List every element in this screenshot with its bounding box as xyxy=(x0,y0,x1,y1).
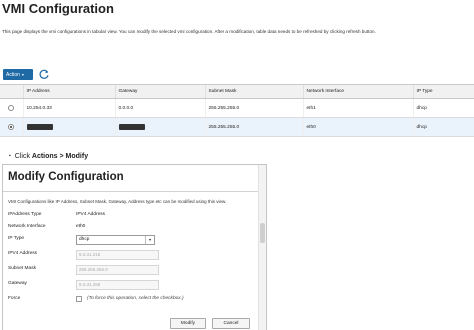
ip-type-selected-value: dhcp xyxy=(79,237,90,242)
table-header-row: IP Address Gateway Subnet Mask Network I… xyxy=(0,84,474,99)
redacted-ip-address xyxy=(26,123,53,130)
ipv4-address-label: IPV4 Address xyxy=(8,251,38,256)
column-header-gateway: Gateway xyxy=(114,84,205,99)
ip-type-cell: dhcp xyxy=(412,117,474,137)
cancel-button[interactable]: Cancel xyxy=(212,318,250,329)
dialog-title: Modify Configuration xyxy=(8,171,124,183)
refresh-icon[interactable] xyxy=(38,68,50,80)
ip-type-cell: dhcp xyxy=(412,98,474,118)
row-select-cell[interactable] xyxy=(0,98,23,118)
subnet-mask-label: Subnet Mask xyxy=(8,266,36,271)
force-hint: (To force this operation, select the che… xyxy=(87,296,184,301)
vmi-table: IP Address Gateway Subnet Mask Network I… xyxy=(0,84,474,137)
row-radio-button-selected[interactable] xyxy=(8,123,15,130)
ipaddress-type-label: IPAddress Type xyxy=(8,212,42,217)
column-header-select xyxy=(0,84,23,99)
column-header-ip-address: IP Address xyxy=(22,84,115,99)
modify-configuration-dialog: Modify Configuration VMI Configurations … xyxy=(2,164,267,330)
gateway-cell xyxy=(114,117,205,137)
network-interface-cell: eth1 xyxy=(302,98,413,118)
action-menu-button[interactable]: Action ▾ xyxy=(3,69,33,80)
chevron-down-icon: ▾ xyxy=(145,236,154,244)
subnet-mask-input[interactable]: 255.255.255.0 xyxy=(76,265,159,275)
dialog-scrollbar[interactable] xyxy=(258,165,266,330)
force-label: Force xyxy=(8,296,21,301)
scrollbar-thumb[interactable] xyxy=(260,223,265,243)
instruction-prefix: Click xyxy=(14,153,32,160)
ip-type-select[interactable]: dhcp ▾ xyxy=(76,235,155,245)
ip-type-label: IP Type xyxy=(8,236,25,241)
page-title: VMI Configuration xyxy=(2,1,114,16)
modify-button[interactable]: Modify xyxy=(170,318,206,329)
table-row[interactable]: 10.254.0.33 0.0.0.0 255.255.255.0 eth1 d… xyxy=(0,98,474,118)
ipaddress-type-value: IPV4 Address xyxy=(76,212,106,217)
subnet-mask-cell: 255.255.255.0 xyxy=(204,117,303,137)
ip-address-cell: 10.254.0.33 xyxy=(22,98,115,118)
network-interface-cell: eth0 xyxy=(302,117,413,137)
gateway-input[interactable]: 9.3.31.259 xyxy=(76,280,159,290)
action-button-label: Action xyxy=(6,71,20,78)
ip-address-cell xyxy=(22,117,115,137)
dialog-divider xyxy=(3,191,259,192)
network-interface-value: eth0 xyxy=(76,224,86,229)
column-header-network-interface: Network Interface xyxy=(302,84,413,99)
row-radio-button[interactable] xyxy=(8,104,15,111)
chevron-down-icon: ▾ xyxy=(21,72,24,77)
instruction-step: ▪ Click Actions > Modify xyxy=(9,153,88,160)
gateway-cell: 0.0.0.0 xyxy=(114,98,205,118)
dialog-description: VMI Configurations like IP Address, Subn… xyxy=(8,199,227,204)
network-interface-label: Network Interface xyxy=(8,224,46,229)
table-row[interactable]: 255.255.255.0 eth0 dhcp xyxy=(0,117,474,137)
page-description: This page displays the vmi configuration… xyxy=(2,29,376,34)
row-select-cell[interactable] xyxy=(0,117,23,137)
force-checkbox[interactable] xyxy=(76,296,82,302)
ipv4-address-input[interactable]: 9.3.31.216 xyxy=(76,250,159,260)
instruction-menu-path: Actions > Modify xyxy=(31,153,89,160)
bullet-icon: ▪ xyxy=(9,153,11,160)
subnet-mask-cell: 255.255.255.0 xyxy=(204,98,303,118)
redacted-gateway xyxy=(118,123,145,130)
column-header-ip-type: IP Type xyxy=(412,84,474,99)
column-header-subnet-mask: Subnet Mask xyxy=(204,84,303,99)
gateway-label: Gateway xyxy=(8,281,27,286)
